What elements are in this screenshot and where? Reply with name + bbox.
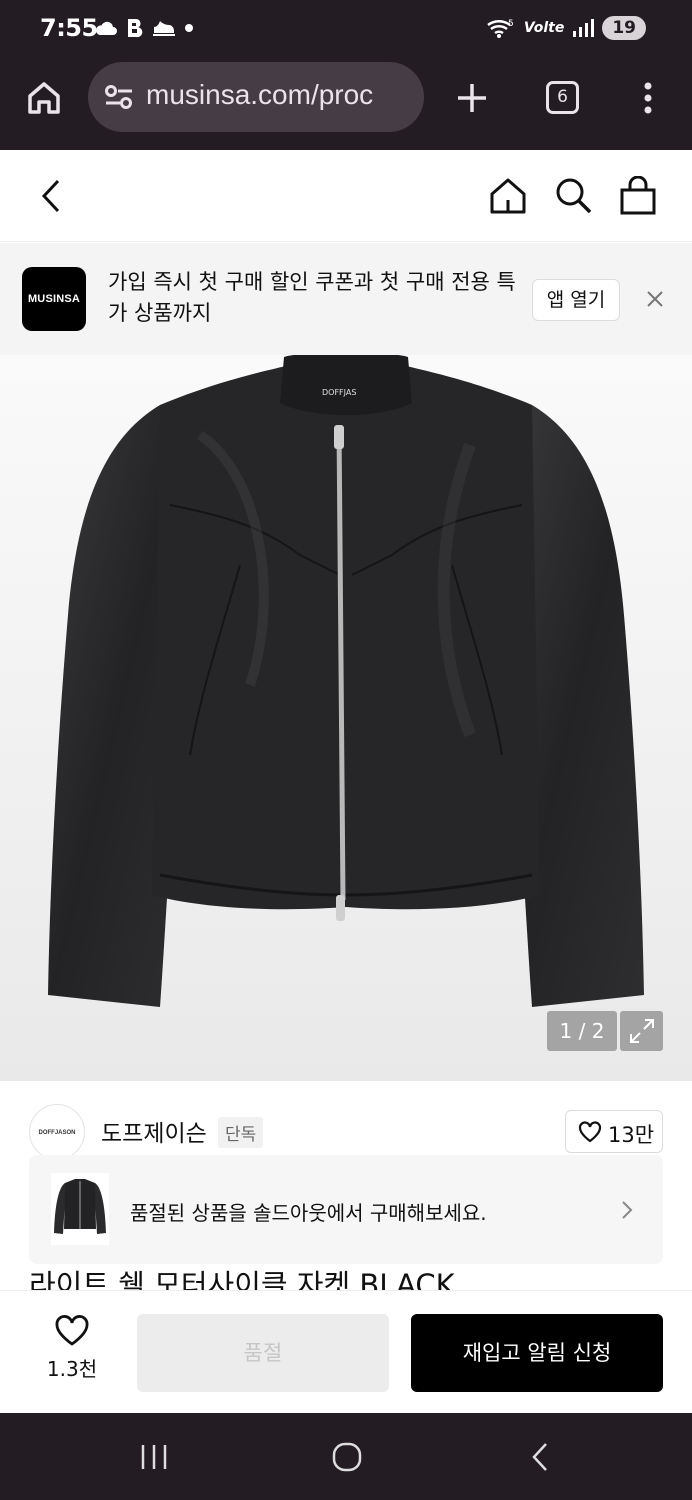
browser-menu-icon[interactable] — [640, 82, 656, 114]
browser-home-icon[interactable] — [26, 80, 62, 116]
close-icon[interactable] — [646, 290, 664, 308]
signal-icon — [573, 19, 595, 37]
status-notification-icons — [94, 18, 194, 38]
site-settings-icon[interactable] — [104, 84, 134, 110]
wishlist-button[interactable]: 1.3천 — [32, 1315, 112, 1382]
system-navigation-bar — [0, 1413, 692, 1500]
image-counter: 1 / 2 — [547, 1011, 617, 1051]
expand-icon — [630, 1019, 654, 1043]
browser-toolbar: musinsa.com/proc 6 — [0, 62, 692, 150]
brand-like-count: 13만 — [608, 1123, 655, 1147]
cloud-icon — [95, 21, 117, 35]
jacket-label: DOFFJAS — [322, 388, 356, 397]
soldout-notice[interactable]: 품절된 상품을 솔드아웃에서 구매해보세요. — [29, 1155, 663, 1264]
recent-apps-icon[interactable] — [140, 1443, 168, 1471]
jacket-image: DOFFJAS — [48, 355, 644, 1007]
musinsa-logo: MUSINSA — [22, 267, 86, 331]
home-nav-icon[interactable] — [331, 1441, 363, 1473]
site-header — [0, 150, 692, 242]
tab-switcher-button[interactable]: 6 — [546, 81, 579, 114]
brand-logo[interactable]: DOFFJASON — [29, 1104, 85, 1160]
heart-outline-icon — [55, 1315, 89, 1346]
banner-message: 가입 즉시 첫 구매 할인 쿠폰과 첫 구매 전용 특가 상품까지 — [108, 270, 516, 325]
battery-indicator: 19 — [602, 16, 646, 40]
notice-thumbnail — [51, 1173, 109, 1245]
restock-alert-button[interactable]: 재입고 알림 신청 — [411, 1314, 663, 1392]
network-label: Volte — [523, 20, 565, 36]
svg-text:5: 5 — [508, 19, 514, 29]
product-image-gallery[interactable]: DOFFJAS 1 / 2 — [0, 355, 692, 1081]
back-nav-icon[interactable] — [530, 1441, 550, 1473]
dot-icon — [185, 24, 193, 32]
notice-text: 품절된 상품을 솔드아웃에서 구매해보세요. — [130, 1201, 487, 1225]
jacket-thumbnail-image — [54, 1179, 106, 1234]
url-text[interactable]: musinsa.com/proc — [146, 79, 414, 111]
back-icon[interactable] — [40, 178, 62, 214]
exclusive-badge: 단독 — [218, 1117, 264, 1148]
brand-name[interactable]: 도프제이슨 — [101, 1114, 207, 1148]
brand-like-button[interactable]: 13만 — [565, 1110, 663, 1153]
status-system-icons: 5 Volte 19 — [486, 16, 646, 40]
heart-icon — [578, 1121, 602, 1143]
purchase-action-bar: 1.3천 품절 재입고 알림 신청 — [0, 1290, 692, 1413]
cart-icon[interactable] — [619, 176, 657, 216]
search-icon[interactable] — [554, 176, 594, 216]
shoe-icon — [153, 21, 175, 36]
fullscreen-button[interactable] — [620, 1011, 663, 1051]
wifi-icon: 5 — [487, 19, 514, 38]
wishlist-count: 1.3천 — [46, 1357, 98, 1381]
b-app-icon — [128, 19, 143, 38]
chevron-right-icon — [622, 1201, 633, 1219]
url-bar[interactable]: musinsa.com/proc — [88, 62, 424, 132]
soldout-button: 품절 — [137, 1314, 389, 1392]
new-tab-icon[interactable] — [456, 82, 488, 114]
open-app-button[interactable]: 앱 열기 — [532, 279, 620, 321]
app-install-banner: MUSINSA 가입 즉시 첫 구매 할인 쿠폰과 첫 구매 전용 특가 상품까… — [0, 243, 692, 355]
home-icon[interactable] — [488, 176, 528, 216]
status-bar: 7:55 5 Volte 19 — [0, 0, 692, 62]
status-time: 7:55 — [40, 14, 98, 42]
